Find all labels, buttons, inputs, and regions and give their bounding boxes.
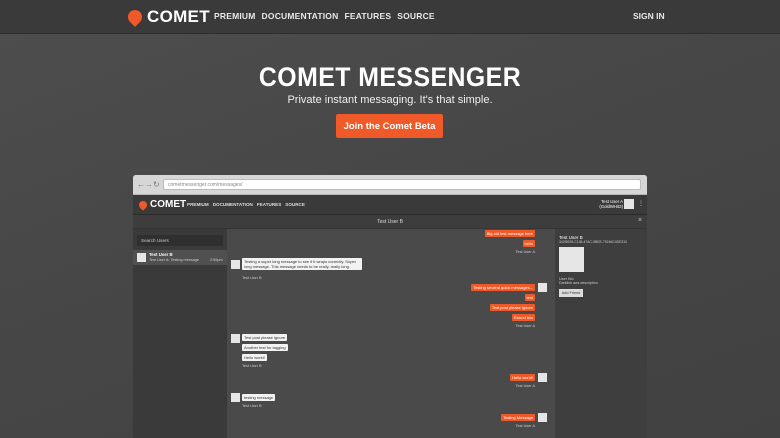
message-bubble: Round two	[511, 314, 535, 321]
sender-label: Test User A	[515, 384, 535, 388]
comet-flame-icon	[125, 7, 145, 27]
brand-name: COMET	[147, 7, 210, 26]
nav-links: PREMIUM DOCUMENTATION FEATURES SOURCE	[214, 11, 435, 21]
message-bubble: Test post please ignore	[242, 334, 288, 341]
app-link-premium: PREMIUM	[187, 202, 209, 207]
app-nav: COMET PREMIUM DOCUMENTATION FEATURES SOU…	[133, 195, 647, 215]
conversation-time: 2:56pm	[210, 258, 223, 262]
nav-link-source[interactable]: SOURCE	[397, 11, 435, 21]
nav-link-premium[interactable]: PREMIUM	[214, 11, 256, 21]
avatar	[231, 260, 240, 269]
message-bubble: Hello world!	[510, 374, 535, 381]
avatar	[538, 283, 547, 292]
conversation-item: Test User B Test User A: Testing message…	[133, 250, 227, 265]
avatar	[231, 334, 240, 343]
conversation-last-message: Test User A: Testing message	[149, 258, 199, 262]
app-nav-links: PREMIUM DOCUMENTATION FEATURES SOURCE	[187, 202, 305, 207]
add-friend-button: Add Friend	[559, 289, 583, 297]
forward-arrow-icon: →	[145, 180, 153, 189]
current-user: Test User A (GoldWHit3)	[598, 199, 623, 209]
brand-logo[interactable]: COMET	[125, 7, 210, 27]
message-thread: Big old test message here hello Test Use…	[227, 229, 555, 438]
browser-chrome: ← → ↻ cometmessenger.com/messages/	[133, 175, 647, 195]
message-bubble: Testing Message	[500, 414, 535, 421]
sign-in-link[interactable]: SIGN IN	[633, 11, 665, 21]
message-bubble: Another test for tagging	[242, 344, 288, 351]
conversation-sidebar: Search Users Test User B Test User A: Te…	[133, 229, 227, 438]
close-icon: ×	[638, 217, 643, 224]
message-bubble: Testing a super long message to see if i…	[242, 258, 362, 270]
reload-icon: ↻	[153, 180, 160, 189]
avatar	[137, 253, 146, 262]
message-bubble: Test post please ignore	[489, 304, 535, 311]
message-bubble: testing message	[242, 394, 276, 401]
app-link-source: SOURCE	[285, 202, 305, 207]
profile-panel: Test User B 342f6925-C138-47AC-9BEE-7524…	[555, 229, 647, 438]
profile-bio: Darklink aws description	[559, 281, 598, 285]
message-bubble: hello	[522, 240, 535, 247]
app-brand-name: COMET	[150, 199, 187, 210]
app-link-documentation: DOCUMENTATION	[212, 202, 253, 207]
avatar	[538, 413, 547, 422]
nav-link-documentation[interactable]: DOCUMENTATION	[262, 11, 339, 21]
app-brand: COMET	[137, 198, 187, 211]
profile-id: 342f6925-C138-47AC-9BEE-75246C4DE310	[559, 240, 628, 244]
kebab-menu-icon: ⋮	[638, 201, 644, 207]
hero-subtitle: Private instant messaging. It's that sim…	[287, 94, 493, 106]
conversation-title: Test User B	[377, 219, 403, 225]
nav-link-features[interactable]: FEATURES	[344, 11, 391, 21]
search-users-input: Search Users	[137, 235, 223, 246]
avatar	[231, 393, 240, 402]
sender-label: Test User B	[242, 404, 262, 408]
conversation-name: Test User B	[149, 252, 173, 257]
app-screenshot: ← → ↻ cometmessenger.com/messages/ COMET…	[133, 175, 647, 438]
avatar	[624, 199, 634, 209]
address-bar: cometmessenger.com/messages/	[163, 179, 641, 190]
back-arrow-icon: ←	[137, 180, 145, 189]
message-bubble: Testing several quick messages...	[471, 284, 535, 291]
sender-label: Test User B	[242, 364, 262, 368]
app-link-features: FEATURES	[256, 202, 282, 207]
sender-label: Test User B	[242, 276, 262, 280]
conversation-header: Test User B ×	[133, 215, 647, 229]
sender-label: Test User A	[515, 250, 535, 254]
hero-title: COMET MESSENGER	[258, 62, 522, 92]
comet-flame-icon	[137, 198, 149, 211]
sender-label: Test User A	[515, 324, 535, 328]
profile-picture	[559, 247, 584, 272]
current-user-handle: (GoldWHit3)	[599, 204, 623, 209]
message-bubble: Hello world!	[242, 354, 267, 361]
avatar	[538, 373, 547, 382]
message-bubble: Big old test message here	[484, 230, 535, 237]
join-beta-button[interactable]: Join the Comet Beta	[336, 114, 443, 138]
message-bubble: test	[524, 294, 535, 301]
top-nav: COMET PREMIUM DOCUMENTATION FEATURES SOU…	[0, 0, 780, 34]
sender-label: Test User A	[515, 424, 535, 428]
